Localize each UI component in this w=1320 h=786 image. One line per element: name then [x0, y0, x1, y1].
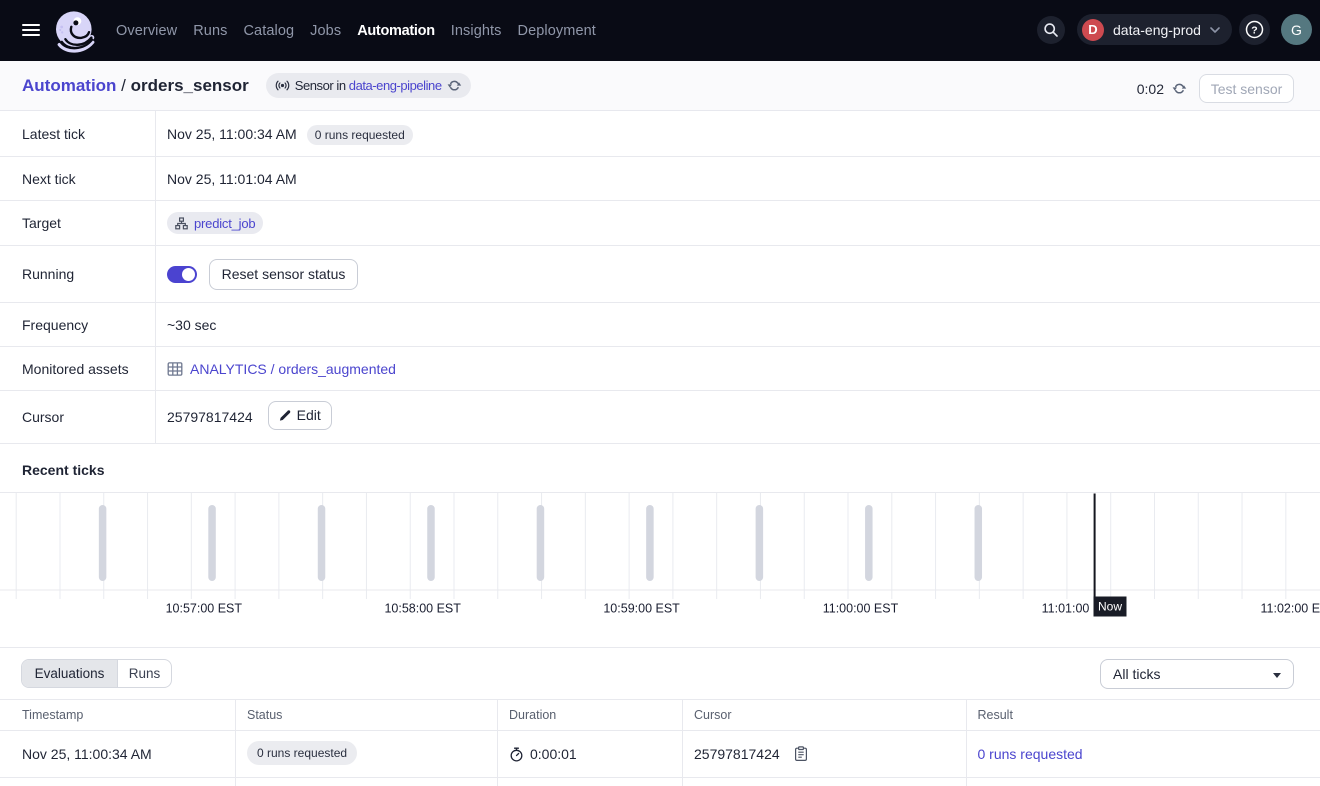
svg-text:10:58:00 EST: 10:58:00 EST: [384, 602, 461, 616]
svg-text:10:57:00 EST: 10:57:00 EST: [166, 602, 243, 616]
svg-text:10:59:00 EST: 10:59:00 EST: [603, 602, 680, 616]
svg-text:Now: Now: [1098, 600, 1122, 614]
svg-text:?: ?: [1251, 24, 1257, 36]
svg-text:11:00:00 EST: 11:00:00 EST: [823, 602, 899, 616]
svg-text:11:02:00 EST: 11:02:00 EST: [1261, 602, 1320, 616]
